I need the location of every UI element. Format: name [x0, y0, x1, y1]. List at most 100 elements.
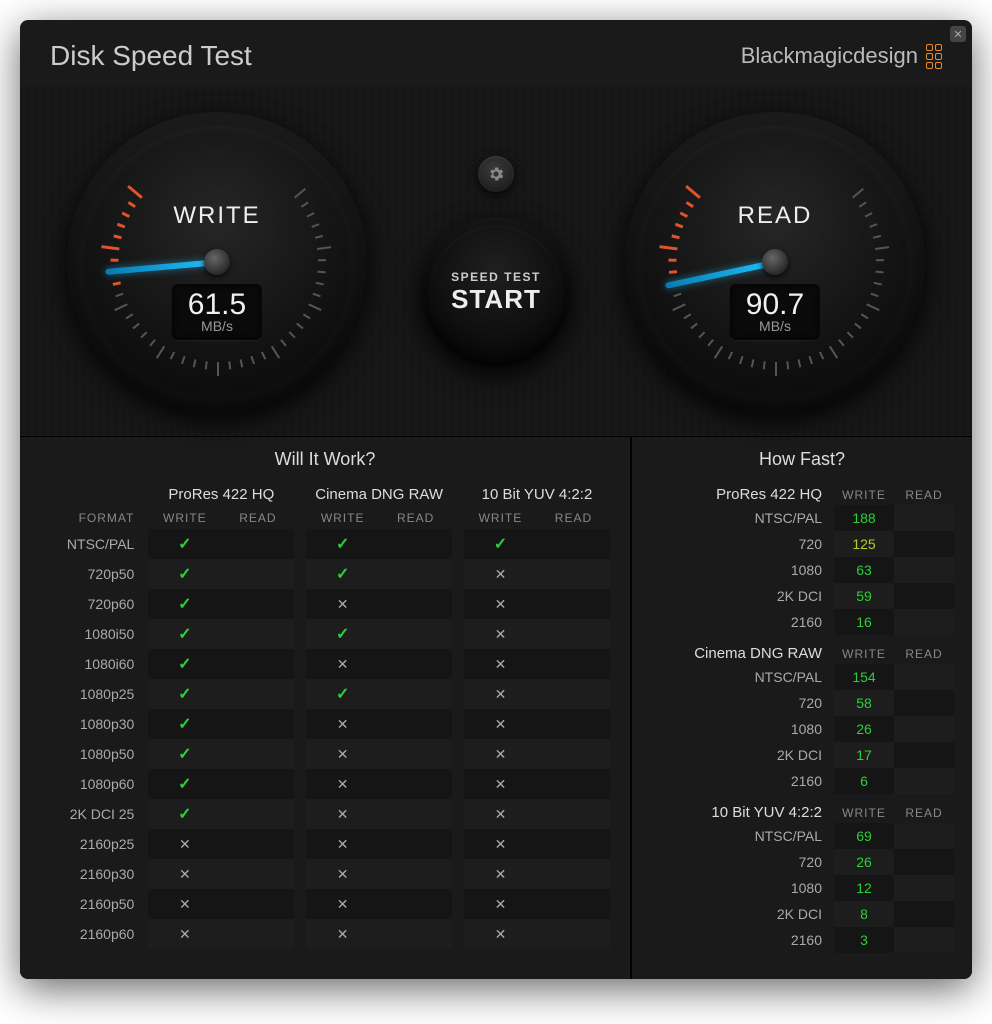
how-fast-title: How Fast?	[650, 449, 954, 470]
format-label: 1080i50	[40, 619, 148, 649]
cross-icon: ✕	[464, 859, 537, 889]
empty-cell	[221, 649, 294, 679]
table-row: 1080p30✓ ✕ ✕	[40, 709, 610, 739]
table-row: 1080i50✓ ✓ ✕	[40, 619, 610, 649]
empty-cell	[221, 739, 294, 769]
start-subtitle: SPEED TEST	[451, 270, 541, 284]
settings-button[interactable]	[478, 156, 514, 192]
app-title: Disk Speed Test	[50, 40, 252, 72]
empty-cell	[379, 829, 452, 859]
how-fast-row: NTSC/PAL188	[650, 505, 954, 531]
gear-icon	[487, 165, 505, 183]
cross-icon: ✕	[464, 799, 537, 829]
write-fps: 125	[834, 531, 894, 557]
write-fps: 63	[834, 557, 894, 583]
how-fast-row: 2K DCI17	[650, 742, 954, 768]
group-header: 10 Bit YUV 4:2:2	[464, 482, 610, 507]
empty-cell	[537, 559, 610, 589]
subcol-write: WRITE	[834, 647, 894, 661]
empty-cell	[379, 619, 452, 649]
subcol-read: READ	[894, 647, 954, 661]
format-label: 1080i60	[40, 649, 148, 679]
read-fps	[894, 690, 954, 716]
close-icon[interactable]: ✕	[950, 26, 966, 42]
format-label: NTSC/PAL	[40, 529, 148, 559]
res-label: 720	[650, 854, 834, 870]
gauge-hub	[762, 249, 788, 275]
gauge-hub	[204, 249, 230, 275]
how-fast-row: 216016	[650, 609, 954, 635]
table-row: 1080i60✓ ✕ ✕	[40, 649, 610, 679]
cross-icon: ✕	[464, 919, 537, 949]
empty-cell	[537, 859, 610, 889]
subcol-read: READ	[537, 507, 610, 529]
write-fps: 8	[834, 901, 894, 927]
cross-icon: ✕	[148, 859, 221, 889]
read-fps	[894, 505, 954, 531]
how-fast-row: 108026	[650, 716, 954, 742]
how-fast-row: 108012	[650, 875, 954, 901]
empty-cell	[221, 709, 294, 739]
check-icon: ✓	[464, 529, 537, 559]
format-label: 2160p30	[40, 859, 148, 889]
format-label: 2160p60	[40, 919, 148, 949]
read-fps	[894, 557, 954, 583]
empty-cell	[379, 889, 452, 919]
empty-cell	[379, 529, 452, 559]
cross-icon: ✕	[464, 559, 537, 589]
empty-cell	[221, 889, 294, 919]
cross-icon: ✕	[148, 919, 221, 949]
write-fps: 26	[834, 716, 894, 742]
write-fps: 17	[834, 742, 894, 768]
table-row: 2K DCI 25✓ ✕ ✕	[40, 799, 610, 829]
group-header: Cinema DNG RAW	[306, 482, 452, 507]
check-icon: ✓	[148, 679, 221, 709]
format-label: 720p50	[40, 559, 148, 589]
res-label: 1080	[650, 880, 834, 896]
write-fps: 59	[834, 583, 894, 609]
how-fast-row: NTSC/PAL154	[650, 664, 954, 690]
write-fps: 58	[834, 690, 894, 716]
group-name: Cinema DNG RAW	[650, 645, 834, 662]
empty-cell	[379, 559, 452, 589]
read-fps	[894, 609, 954, 635]
empty-cell	[221, 859, 294, 889]
cross-icon: ✕	[306, 739, 379, 769]
table-row: 720p60✓ ✕ ✕	[40, 589, 610, 619]
how-fast-row: 21606	[650, 768, 954, 794]
res-label: 2K DCI	[650, 747, 834, 763]
empty-cell	[537, 739, 610, 769]
subcol-write: WRITE	[464, 507, 537, 529]
how-fast-group: Cinema DNG RAWWRITEREAD NTSC/PAL154 72058…	[650, 641, 954, 794]
brand-dots-icon	[926, 44, 942, 69]
read-fps	[894, 742, 954, 768]
start-label: START	[451, 284, 541, 315]
read-fps	[894, 823, 954, 849]
write-fps: 6	[834, 768, 894, 794]
cross-icon: ✕	[306, 649, 379, 679]
empty-cell	[379, 649, 452, 679]
will-it-work-table: ProRes 422 HQ Cinema DNG RAW 10 Bit YUV …	[40, 482, 610, 949]
check-icon: ✓	[148, 529, 221, 559]
write-fps: 69	[834, 823, 894, 849]
how-fast-group: 10 Bit YUV 4:2:2WRITEREADNTSC/PAL69 7202…	[650, 800, 954, 953]
empty-cell	[221, 799, 294, 829]
how-fast-row: 21603	[650, 927, 954, 953]
table-row: 1080p25✓ ✓ ✕	[40, 679, 610, 709]
empty-cell	[379, 679, 452, 709]
cross-icon: ✕	[464, 679, 537, 709]
check-icon: ✓	[148, 799, 221, 829]
read-value-box: 90.7 MB/s	[730, 284, 820, 340]
cross-icon: ✕	[464, 739, 537, 769]
subcol-write: WRITE	[148, 507, 221, 529]
start-button[interactable]: SPEED TEST START	[421, 217, 571, 367]
subcol-write: WRITE	[834, 806, 894, 820]
how-fast-row: 2K DCI8	[650, 901, 954, 927]
how-fast-row: 72058	[650, 690, 954, 716]
group-name: ProRes 422 HQ	[650, 486, 834, 503]
results-panels: Will It Work? ProRes 422 HQ Cinema DNG	[20, 437, 972, 979]
res-label: NTSC/PAL	[650, 510, 834, 526]
empty-cell	[221, 589, 294, 619]
format-label: 2K DCI 25	[40, 799, 148, 829]
format-label: 1080p50	[40, 739, 148, 769]
